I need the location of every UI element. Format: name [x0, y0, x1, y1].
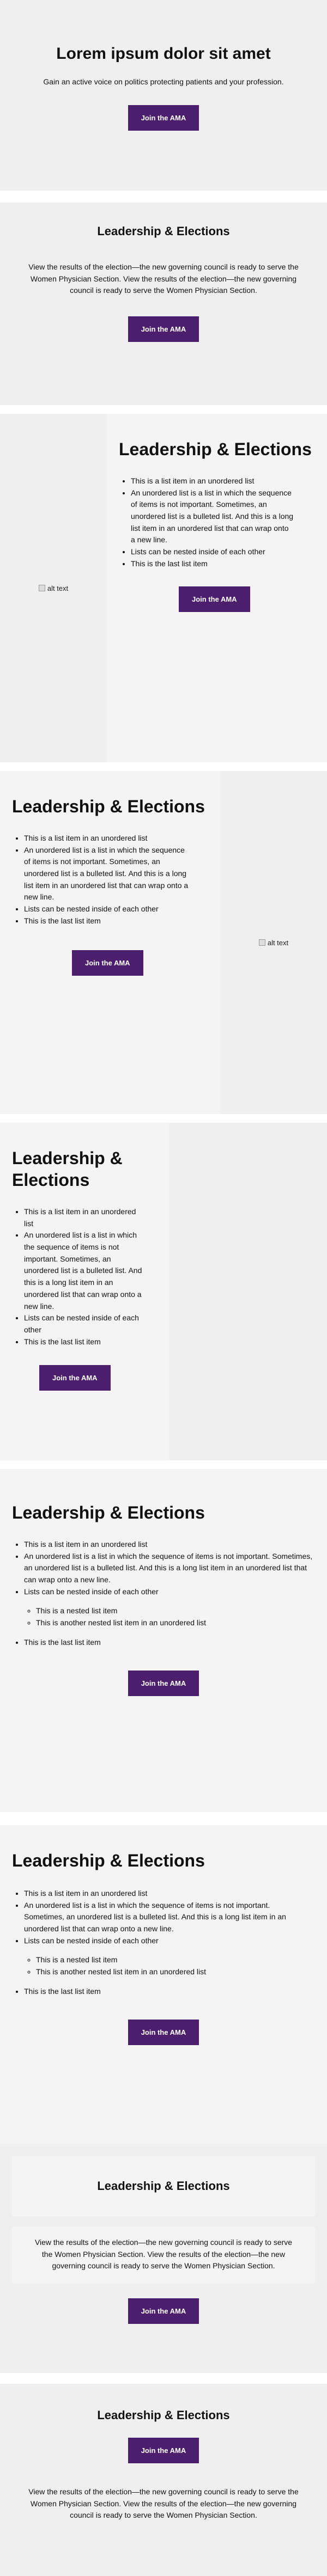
unordered-list: This is a list item in an unordered list… — [12, 1206, 145, 1348]
unordered-list: This is a list item in an unordered list… — [119, 475, 294, 570]
hero-description: Gain an active voice on politics protect… — [43, 77, 284, 86]
list-item: This is a list item in an unordered list — [24, 833, 193, 845]
unordered-list: This is a list item in an unordered list… — [12, 1888, 307, 1998]
content-column: Leadership & Elections This is a list it… — [12, 796, 214, 976]
hero-title: Lorem ipsum dolor sit amet — [56, 45, 271, 63]
unordered-list: This is a list item in an unordered list… — [12, 1539, 318, 1649]
list-item: This is the last list item — [131, 558, 294, 570]
join-button[interactable]: Join the AMA — [128, 2019, 199, 2045]
image-placeholder: alt text — [220, 771, 327, 1114]
election-button-top-section: Leadership & Elections Join the AMA View… — [0, 2384, 327, 2576]
join-button[interactable]: Join the AMA — [128, 1670, 199, 1696]
nested-list: This is a nested list item This is anoth… — [24, 1605, 318, 1629]
nested-list-section: Leadership & Elections This is a list it… — [0, 1469, 327, 1812]
list-item: An unordered list is a list in which the… — [24, 845, 193, 903]
image-right-section: Leadership & Elections This is a list it… — [0, 771, 327, 1114]
list-item: This is the last list item — [24, 1637, 318, 1649]
list-item: Lists can be nested inside of each other — [131, 546, 294, 558]
hero-section: Lorem ipsum dolor sit amet Gain an activ… — [0, 0, 327, 191]
list-item: This is the last list item — [24, 1986, 307, 1998]
image-left-section: alt text Leadership & Elections This is … — [0, 414, 327, 762]
section-title: Leadership & Elections — [12, 797, 205, 816]
section-title: Leadership & Elections — [12, 1503, 205, 1522]
list-item: Lists can be nested inside of each other… — [24, 1586, 318, 1629]
join-button[interactable]: Join the AMA — [128, 316, 199, 342]
title-box: Leadership & Elections — [12, 2156, 315, 2216]
broken-image-icon — [38, 585, 45, 591]
section-title: Leadership & Elections — [12, 1148, 123, 1190]
list-item: An unordered list is a list in which the… — [24, 1900, 307, 1935]
image-placeholder: alt text — [0, 414, 107, 762]
join-button[interactable]: Join the AMA — [39, 1365, 111, 1391]
section-text: View the results of the election—the new… — [28, 262, 299, 295]
list-item: An unordered list is a list in which the… — [131, 487, 294, 546]
list-item: This is a list item in an unordered list — [24, 1539, 318, 1551]
section-text: View the results of the election—the new… — [28, 2487, 299, 2520]
nested-list-item: This is another nested list item in an u… — [36, 1966, 307, 1978]
list-item: An unordered list is a list in which the… — [24, 1551, 318, 1586]
content-column: Leadership & Elections This is a list it… — [12, 1147, 165, 1391]
image-alt-text: alt text — [47, 584, 69, 592]
image-right-empty-section: Leadership & Elections This is a list it… — [0, 1123, 327, 1460]
nested-list-item: This is a nested list item — [36, 1954, 307, 1966]
boxed-election-section: Leadership & Elections View the results … — [0, 2144, 327, 2373]
list-item-text: Lists can be nested inside of each other — [24, 1936, 159, 1945]
content-column: Leadership & Elections This is a list it… — [119, 438, 315, 612]
join-button[interactable]: Join the AMA — [72, 950, 143, 976]
section-title: Leadership & Elections — [97, 224, 230, 238]
list-item: This is the last list item — [24, 915, 193, 927]
broken-image-icon — [258, 939, 265, 946]
list-item: Lists can be nested inside of each other — [24, 1312, 145, 1336]
list-item: This is a list item in an unordered list — [131, 475, 294, 487]
unordered-list: This is a list item in an unordered list… — [12, 833, 193, 927]
nested-list-section-narrow: Leadership & Elections This is a list it… — [0, 1825, 327, 2152]
text-box: View the results of the election—the new… — [12, 2227, 315, 2284]
election-section: Leadership & Elections View the results … — [0, 203, 327, 405]
section-title: Leadership & Elections — [12, 1851, 205, 1870]
list-item: This is a list item in an unordered list — [24, 1206, 145, 1229]
image-alt-text: alt text — [267, 938, 289, 947]
list-item: An unordered list is a list in which the… — [24, 1229, 145, 1312]
nested-list-item: This is a nested list item — [36, 1605, 318, 1617]
join-button[interactable]: Join the AMA — [128, 105, 199, 131]
list-item: Lists can be nested inside of each other… — [24, 1935, 307, 1978]
section-title: Leadership & Elections — [97, 2179, 230, 2193]
image-placeholder — [169, 1123, 327, 1460]
nested-list-item: This is another nested list item in an u… — [36, 1617, 318, 1629]
section-text: View the results of the election—the new… — [34, 2238, 293, 2271]
section-title: Leadership & Elections — [97, 2408, 230, 2422]
join-button[interactable]: Join the AMA — [179, 586, 250, 612]
join-button[interactable]: Join the AMA — [128, 2298, 199, 2324]
nested-list: This is a nested list item This is anoth… — [24, 1954, 307, 1978]
section-title: Leadership & Elections — [119, 439, 312, 459]
list-item-text: Lists can be nested inside of each other — [24, 1587, 159, 1596]
list-item: This is a list item in an unordered list — [24, 1888, 307, 1900]
join-button[interactable]: Join the AMA — [128, 2438, 199, 2463]
list-item: This is the last list item — [24, 1336, 145, 1348]
list-item: Lists can be nested inside of each other — [24, 903, 193, 915]
